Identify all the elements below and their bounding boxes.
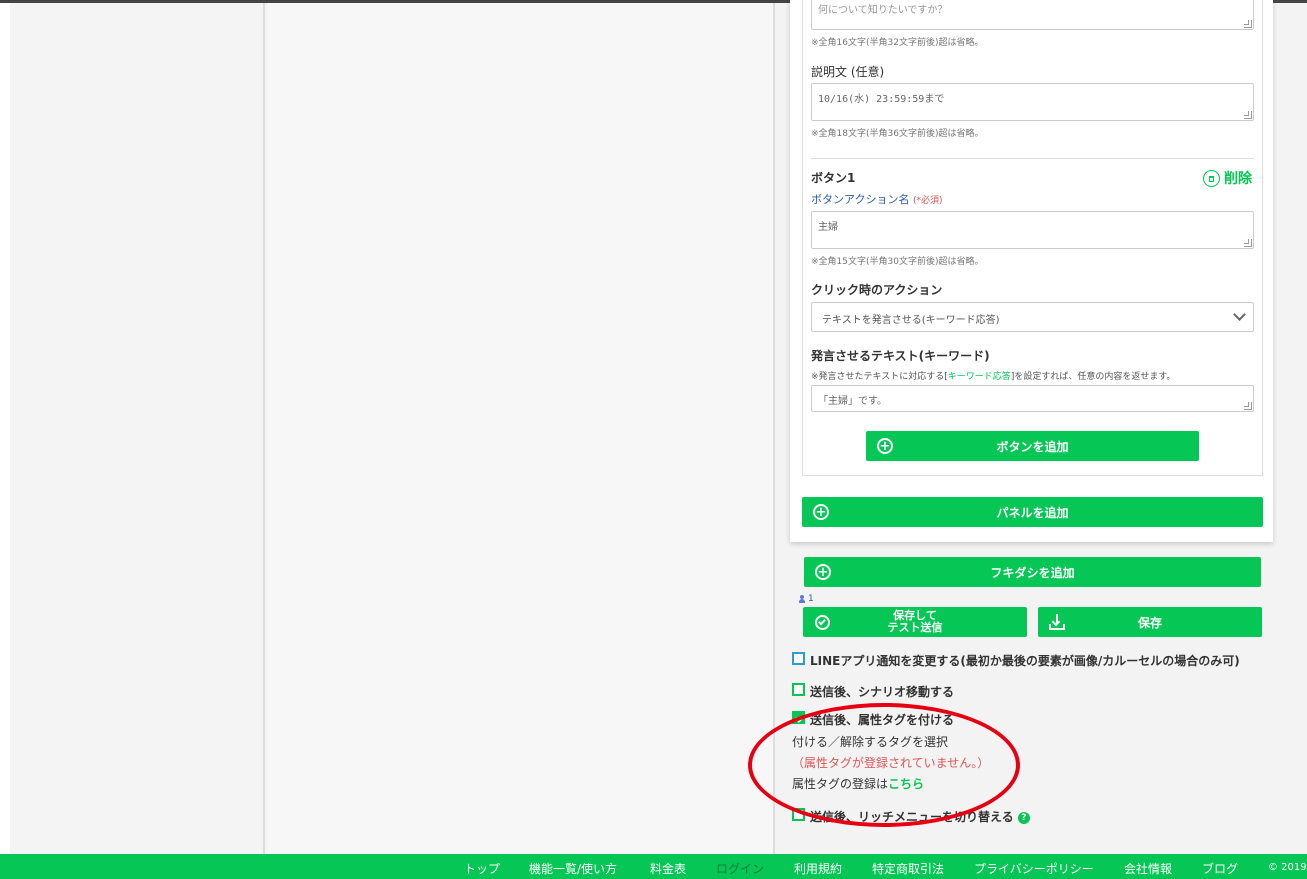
- speak-text-note: ※発言させたテキストに対応する[キーワード応答]を設定すれば、任意の内容を返せま…: [811, 369, 1175, 382]
- line-notify-label[interactable]: LINEアプリ通知を変更する(最初か最後の要素が画像/カルーセルの場合のみ可): [810, 652, 1240, 669]
- left-column: [10, 3, 265, 854]
- divider: [811, 158, 1254, 159]
- plus-circle-icon: +: [813, 504, 829, 520]
- action-name-text: ボタンアクション名: [811, 193, 910, 206]
- action-name-input[interactable]: 主婦: [811, 211, 1254, 249]
- click-action-select[interactable]: テキストを発言させる(キーワード応答): [811, 302, 1254, 332]
- speak-text-label: 発言させるテキスト(キーワード): [811, 349, 990, 363]
- action-name-note: ※全角15文字(半角30文字前後)超は省略。: [811, 257, 984, 267]
- click-action-label: クリック時のアクション: [811, 283, 943, 297]
- keyword-response-link[interactable]: キーワード応答: [948, 372, 1011, 382]
- button-title: ボタン1: [811, 171, 856, 185]
- description-label: 説明文 (任意): [811, 65, 885, 79]
- resize-grip-icon[interactable]: [1244, 20, 1252, 28]
- add-button-button[interactable]: + ボタンを追加: [866, 431, 1199, 461]
- footer-link-commerce-law[interactable]: 特定商取引法: [872, 860, 944, 877]
- add-button-label: ボタンを追加: [996, 439, 1069, 454]
- save-button[interactable]: 保存: [1038, 607, 1262, 637]
- footer-copyright: © 2019: [1268, 862, 1307, 873]
- footer-link-blog[interactable]: ブログ: [1202, 860, 1238, 877]
- plus-circle-icon: +: [877, 438, 893, 454]
- action-name-label: ボタンアクション名 (*必須): [811, 191, 942, 207]
- user-count-value: 1: [808, 594, 814, 604]
- add-panel-button[interactable]: + パネルを追加: [802, 497, 1263, 527]
- left-edge: [0, 3, 10, 854]
- send-check-icon: [815, 615, 830, 630]
- scenario-checkbox[interactable]: [792, 683, 805, 696]
- user-count: 1: [799, 594, 814, 604]
- speak-note-pre: ※発言させたテキストに対応する[: [811, 372, 948, 382]
- action-name-value: 主婦: [818, 222, 838, 233]
- footer-link-privacy[interactable]: プライバシーポリシー: [974, 860, 1094, 877]
- save-label: 保存: [1137, 615, 1162, 630]
- footer-link-terms[interactable]: 利用規約: [794, 860, 842, 877]
- description-value: 10/16(水) 23:59:59まで: [818, 94, 945, 105]
- footer-link-pricing[interactable]: 料金表: [650, 860, 686, 877]
- panel-title-value: 何について知りたいですか？: [818, 5, 948, 16]
- user-icon: [799, 595, 805, 603]
- delete-label: 削除: [1224, 171, 1252, 187]
- annotation-circle: [748, 703, 1020, 827]
- required-mark: (*必須): [912, 196, 943, 206]
- resize-grip-icon[interactable]: [1244, 402, 1252, 410]
- description-input[interactable]: 10/16(水) 23:59:59まで: [811, 83, 1254, 121]
- speak-note-post: ]を設定すれば、任意の内容を返せます。: [1010, 372, 1176, 382]
- footer-link-top[interactable]: トップ: [464, 860, 500, 877]
- add-panel-label: パネルを追加: [996, 505, 1069, 520]
- line-notify-checkbox[interactable]: [792, 652, 805, 665]
- delete-button[interactable]: 削除: [1203, 168, 1252, 188]
- add-fukidashi-button[interactable]: + フキダシを追加: [804, 557, 1261, 587]
- footer-link-company[interactable]: 会社情報: [1124, 860, 1172, 877]
- preview-column: [267, 3, 775, 854]
- panel-title-input[interactable]: 何について知りたいですか？: [811, 0, 1254, 30]
- resize-grip-icon[interactable]: [1244, 239, 1252, 247]
- footer-link-features[interactable]: 機能一覧/使い方: [529, 860, 617, 877]
- speak-text-input[interactable]: 「主婦」です。: [811, 385, 1254, 412]
- footer-link-login[interactable]: ログイン: [716, 860, 764, 877]
- save-test-label-line2: テスト送信: [887, 621, 943, 634]
- trash-icon: [1203, 169, 1220, 187]
- download-icon: [1049, 614, 1065, 630]
- description-note: ※全角18文字(半角36文字前後)超は省略。: [811, 129, 984, 139]
- help-icon[interactable]: ?: [1017, 812, 1030, 824]
- add-fukidashi-label: フキダシを追加: [990, 565, 1075, 580]
- speak-text-value: 「主婦」です。: [818, 396, 887, 407]
- click-action-value: テキストを発言させる(キーワード応答): [822, 315, 1000, 326]
- save-and-test-button[interactable]: 保存して テスト送信: [803, 607, 1027, 637]
- title-note: ※全角16文字(半角32文字前後)超は省略。: [811, 38, 984, 48]
- plus-circle-icon: +: [815, 564, 831, 580]
- resize-grip-icon[interactable]: [1244, 111, 1252, 119]
- chevron-down-icon: [1233, 308, 1246, 321]
- scenario-label[interactable]: 送信後、シナリオ移動する: [810, 683, 954, 700]
- footer: トップ 機能一覧/使い方 料金表 ログイン 利用規約 特定商取引法 プライバシー…: [0, 854, 1307, 879]
